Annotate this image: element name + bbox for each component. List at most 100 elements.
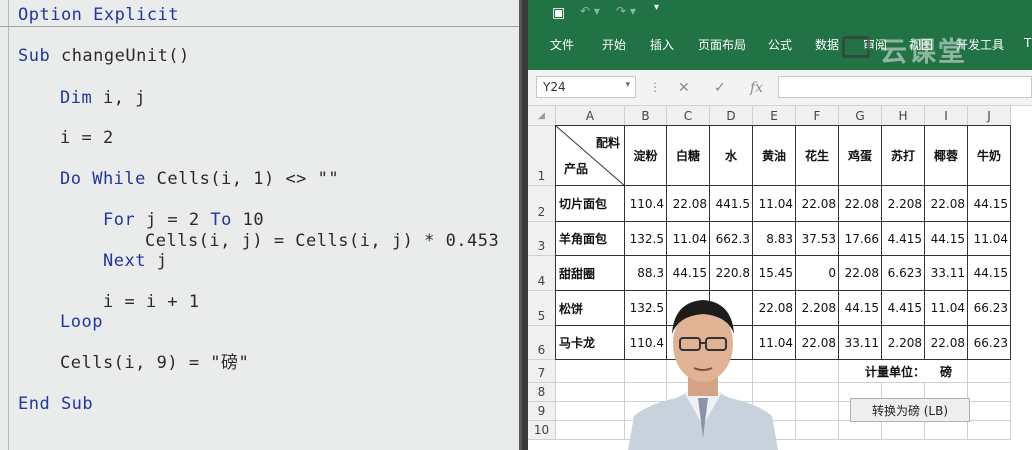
data-cell[interactable]: 15.45 [753, 256, 796, 291]
column-header[interactable]: E [753, 106, 796, 126]
ingredient-header-cell[interactable]: 鸡蛋 [839, 126, 882, 186]
product-name-cell[interactable]: 松饼 [556, 291, 625, 326]
unit-value-cell[interactable]: 磅 [925, 360, 968, 383]
data-cell[interactable]: 17.66 [839, 222, 882, 256]
empty-cell[interactable] [968, 402, 1011, 421]
data-cell[interactable]: 4.415 [882, 291, 925, 326]
data-cell[interactable]: 66.23 [968, 291, 1011, 326]
data-cell[interactable]: 33.11 [925, 256, 968, 291]
data-cell[interactable]: 22.08 [925, 326, 968, 360]
empty-cell[interactable] [968, 383, 1011, 402]
row-header[interactable]: 10 [528, 421, 556, 440]
select-all-corner[interactable]: ◢ [528, 106, 556, 126]
chevron-right-icon[interactable]: › [1021, 270, 1030, 295]
enter-icon[interactable]: ✓ [714, 80, 726, 96]
data-cell[interactable]: 220.8 [710, 256, 753, 291]
data-cell[interactable]: 2.208 [882, 326, 925, 360]
empty-cell[interactable] [796, 421, 839, 440]
data-cell[interactable]: 66.23 [968, 326, 1011, 360]
row-header[interactable]: 5 [528, 291, 556, 326]
empty-cell[interactable] [925, 421, 968, 440]
code-line-for[interactable]: For j = 2 To 10 [103, 210, 264, 230]
column-header[interactable]: B [625, 106, 667, 126]
data-cell[interactable]: 2.208 [796, 291, 839, 326]
column-header[interactable]: J [968, 106, 1011, 126]
vba-code-editor[interactable]: Option Explicit Sub changeUnit() Dim i, … [0, 0, 522, 450]
header-corner-cell[interactable]: 配料 产品 [556, 126, 625, 186]
column-header[interactable]: H [882, 106, 925, 126]
column-header[interactable]: D [710, 106, 753, 126]
row-header[interactable]: 3 [528, 222, 556, 256]
column-header[interactable]: F [796, 106, 839, 126]
data-cell[interactable]: 11.04 [667, 222, 710, 256]
column-header[interactable]: A [556, 106, 625, 126]
row-header[interactable]: 8 [528, 383, 556, 402]
data-cell[interactable]: 22.08 [839, 186, 882, 222]
convert-to-pounds-button[interactable]: 转换为磅 (LB) [850, 398, 970, 422]
ingredient-header-cell[interactable]: 苏打 [882, 126, 925, 186]
tab-formulas[interactable]: 公式 [768, 36, 792, 53]
row-header[interactable]: 1 [528, 126, 556, 186]
ingredient-header-cell[interactable]: 水 [710, 126, 753, 186]
data-cell[interactable]: 11.04 [968, 222, 1011, 256]
data-cell[interactable]: 44.15 [968, 256, 1011, 291]
redo-icon[interactable]: ↷ ▾ [616, 4, 636, 18]
tab-insert[interactable]: 插入 [650, 36, 674, 53]
more-options-icon[interactable]: ⋮ [649, 80, 661, 94]
product-name-cell[interactable]: 甜甜圈 [556, 256, 625, 291]
column-header[interactable]: I [925, 106, 968, 126]
data-cell[interactable]: 6.623 [882, 256, 925, 291]
data-cell[interactable]: 2.208 [882, 186, 925, 222]
code-line-do-while[interactable]: Do While Cells(i, 1) <> "" [60, 169, 339, 189]
data-cell[interactable]: 44.15 [667, 256, 710, 291]
data-cell[interactable]: 37.53 [796, 222, 839, 256]
column-header[interactable]: G [839, 106, 882, 126]
row-header[interactable]: 6 [528, 326, 556, 360]
tab-more[interactable]: T [1024, 36, 1031, 50]
ingredient-header-cell[interactable]: 椰蓉 [925, 126, 968, 186]
data-cell[interactable]: 22.08 [667, 186, 710, 222]
data-cell[interactable]: 4.415 [882, 222, 925, 256]
insert-function-icon[interactable]: fx [750, 80, 763, 96]
tab-file[interactable]: 文件 [550, 36, 574, 53]
empty-cell[interactable] [796, 402, 839, 421]
data-cell[interactable]: 441.5 [710, 186, 753, 222]
formula-input[interactable] [778, 76, 1032, 98]
empty-cell[interactable] [556, 360, 625, 383]
empty-cell[interactable] [556, 383, 625, 402]
empty-cell[interactable] [968, 360, 1011, 383]
row-header[interactable]: 4 [528, 256, 556, 291]
code-line-dim[interactable]: Dim i, j [60, 88, 146, 108]
data-cell[interactable]: 44.15 [839, 291, 882, 326]
save-icon[interactable]: ▣ [552, 5, 565, 21]
code-line-increment[interactable]: i = i + 1 [103, 292, 200, 312]
code-line-loop[interactable]: Loop [60, 312, 103, 332]
data-cell[interactable]: 662.3 [710, 222, 753, 256]
cancel-icon[interactable]: ✕ [678, 80, 690, 96]
product-name-cell[interactable]: 切片面包 [556, 186, 625, 222]
row-header[interactable]: 9 [528, 402, 556, 421]
data-cell[interactable]: 22.08 [796, 186, 839, 222]
name-box[interactable]: Y24 ▾ [536, 76, 636, 98]
data-cell[interactable]: 44.15 [968, 186, 1011, 222]
code-line-init-i[interactable]: i = 2 [60, 128, 114, 148]
empty-cell[interactable] [968, 421, 1011, 440]
data-cell[interactable]: 11.04 [753, 186, 796, 222]
row-header[interactable]: 7 [528, 360, 556, 383]
code-line-set-unit[interactable]: Cells(i, 9) = "磅" [60, 353, 249, 373]
data-cell[interactable]: 110.4 [625, 186, 667, 222]
ingredient-header-cell[interactable]: 花生 [796, 126, 839, 186]
code-line-next[interactable]: Next j [103, 251, 167, 271]
tab-data[interactable]: 数据 [815, 36, 839, 53]
ingredient-header-cell[interactable]: 牛奶 [968, 126, 1011, 186]
tab-page-layout[interactable]: 页面布局 [698, 36, 746, 53]
ingredient-header-cell[interactable]: 淀粉 [625, 126, 667, 186]
undo-icon[interactable]: ↶ ▾ [580, 4, 600, 18]
product-name-cell[interactable]: 羊角面包 [556, 222, 625, 256]
chevron-down-icon[interactable]: ▾ [625, 80, 630, 90]
code-line-end-sub[interactable]: End Sub [18, 394, 93, 414]
empty-cell[interactable] [796, 383, 839, 402]
data-cell[interactable]: 88.3 [625, 256, 667, 291]
ingredient-header-cell[interactable]: 白糖 [667, 126, 710, 186]
data-cell[interactable]: 11.04 [925, 291, 968, 326]
